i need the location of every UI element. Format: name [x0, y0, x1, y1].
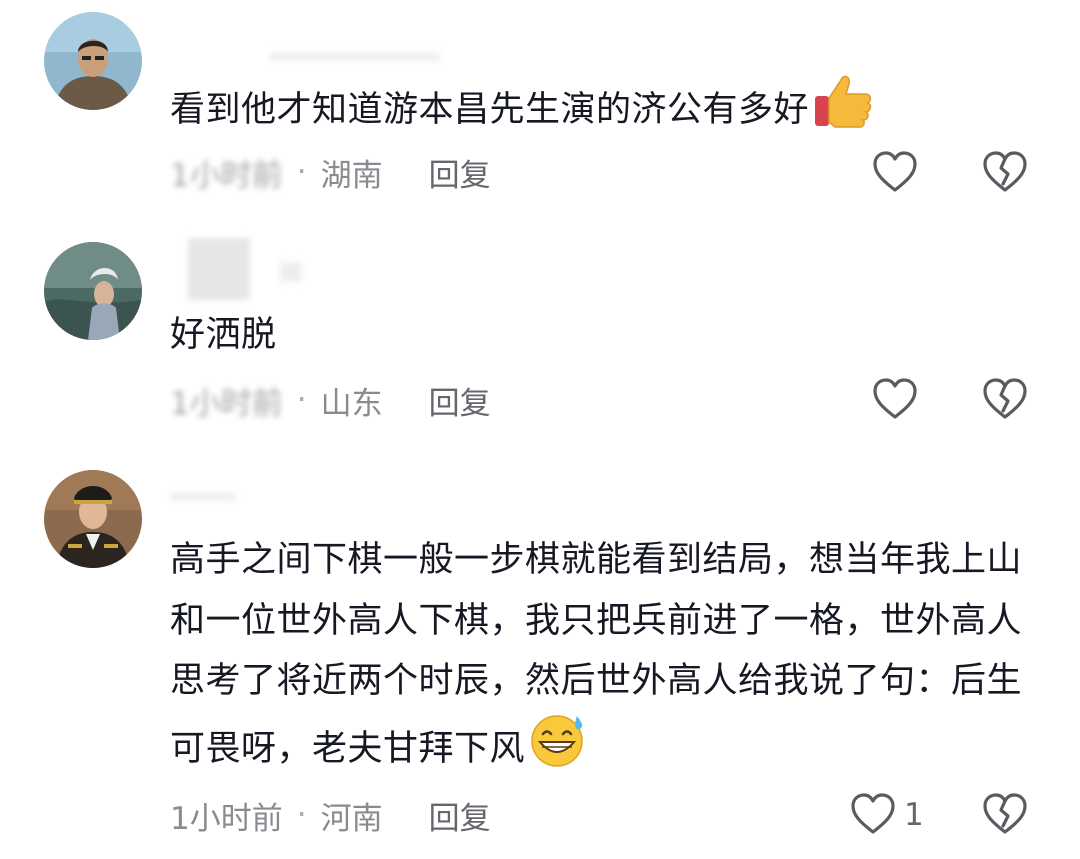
comment-location: 山东 — [320, 385, 383, 422]
comment-time: 1小时前 — [170, 800, 283, 837]
user-avatar-uniform-icon — [44, 470, 142, 568]
dislike-button[interactable] — [982, 792, 1028, 836]
comment-meta: 1小时前 · 山东 回复 — [170, 378, 491, 423]
heart-icon — [851, 793, 895, 834]
broken-heart-icon — [983, 378, 1027, 419]
like-count: 1 — [904, 797, 924, 833]
meta-separator: · — [296, 154, 307, 190]
reply-button[interactable]: 回复 — [429, 150, 491, 195]
broken-heart-icon — [983, 151, 1027, 192]
like-button[interactable] — [850, 792, 896, 836]
meta-separator: · — [296, 797, 307, 833]
meta-separator: · — [296, 382, 307, 418]
heart-icon — [873, 151, 917, 192]
avatar[interactable] — [44, 12, 142, 110]
reply-button[interactable]: 回复 — [429, 378, 491, 423]
comment-text: 好洒脱 — [170, 315, 277, 355]
comment-location: 湖南 — [320, 157, 383, 194]
comment-location: 河南 — [320, 800, 383, 837]
comment-meta: 1小时前 · 河南 回复 — [170, 793, 491, 838]
grinning-sweat-emoji-icon — [527, 712, 587, 788]
reply-button[interactable]: 回复 — [429, 793, 491, 838]
comment-time: 1小时前 — [170, 157, 283, 194]
comment-text: 高手之间下棋一般一步棋就能看到结局，想当年我上山和一位世外高人下棋，我只把兵前进… — [170, 530, 1030, 787]
user-avatar-woman-icon — [44, 242, 142, 340]
avatar[interactable] — [44, 242, 142, 340]
dislike-button[interactable] — [982, 377, 1028, 421]
username-redacted — [170, 490, 270, 509]
like-button[interactable] — [872, 377, 918, 421]
like-button[interactable] — [872, 150, 918, 194]
username-redacted — [170, 50, 440, 69]
comment-meta: 1小时前 · 湖南 回复 — [170, 150, 491, 195]
heart-icon — [873, 378, 917, 419]
broken-heart-icon — [983, 793, 1027, 834]
avatar[interactable] — [44, 470, 142, 568]
username-redacted — [170, 236, 310, 306]
dislike-button[interactable] — [982, 150, 1028, 194]
thumbs-up-emoji-icon — [811, 72, 873, 150]
comment-time: 1小时前 — [170, 385, 283, 422]
comment-text: 看到他才知道游本昌先生演的济公有多好 — [170, 72, 1030, 150]
user-avatar-man-icon — [44, 12, 142, 110]
